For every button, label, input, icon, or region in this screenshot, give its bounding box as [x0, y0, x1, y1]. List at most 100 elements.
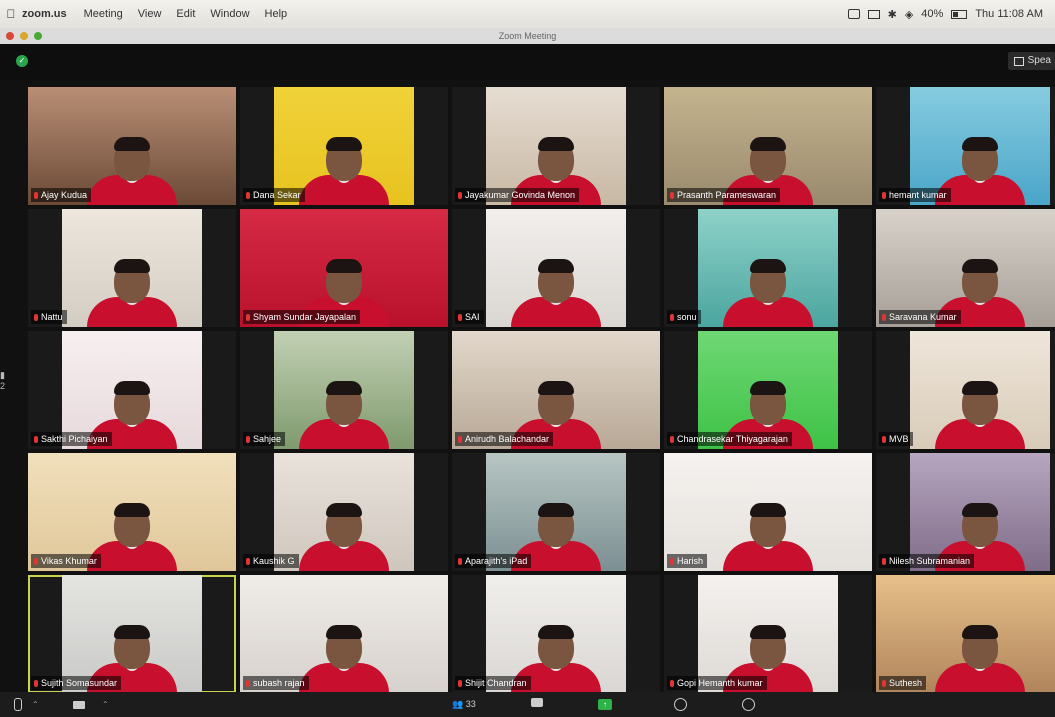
- window-titlebar: Zoom Meeting: [0, 28, 1055, 44]
- participant-name: Shyam Sundar Jayapalan: [253, 312, 357, 322]
- gallery-page-indicator[interactable]: ▮ 2: [0, 370, 5, 391]
- reactions-icon: [742, 698, 755, 711]
- participant-tile[interactable]: Ajay Kudua: [28, 87, 236, 205]
- participants-count: 33: [465, 699, 476, 709]
- participant-tile[interactable]: Saravana Kumar: [876, 209, 1055, 327]
- muted-mic-icon: [458, 435, 462, 443]
- participant-name: hemant kumar: [889, 190, 947, 200]
- participant-tile[interactable]: Sakthi Pichaiyan: [28, 331, 236, 449]
- participant-tile[interactable]: Prasanth Parameswaran: [664, 87, 872, 205]
- menu-meeting[interactable]: Meeting: [84, 8, 123, 20]
- participants-icon: 👥: [452, 699, 464, 709]
- participant-tile[interactable]: Sujith Somasundar: [28, 575, 236, 693]
- audio-options-caret[interactable]: ⌃: [32, 698, 39, 711]
- security-shield-icon[interactable]: ✓: [16, 55, 28, 67]
- record-button[interactable]: [674, 698, 687, 711]
- clock[interactable]: Thu 11:08 AM: [975, 8, 1043, 20]
- participant-tile[interactable]: Nattu: [28, 209, 236, 327]
- participant-tile[interactable]: Shijit Chandran: [452, 575, 660, 693]
- participant-tile[interactable]: sonu: [664, 209, 872, 327]
- stop-video-button[interactable]: [73, 698, 85, 711]
- participant-name: Kaushik G: [253, 556, 295, 566]
- menu-app-name[interactable]: zoom.us: [22, 8, 67, 20]
- muted-mic-icon: [246, 191, 250, 199]
- status-area: ✱ ◈ 40% Thu 11:08 AM: [847, 8, 1055, 21]
- participant-name-label: Chandrasekar Thiyagarajan: [667, 432, 792, 446]
- participant-name-label: Sakthi Pichaiyan: [31, 432, 112, 446]
- muted-mic-icon: [246, 313, 250, 321]
- participant-silhouette: [87, 137, 177, 205]
- menu-edit[interactable]: Edit: [176, 8, 195, 20]
- airplay-icon[interactable]: [867, 9, 880, 19]
- participant-name: Chandrasekar Thiyagarajan: [677, 434, 788, 444]
- close-window-icon[interactable]: [6, 32, 14, 40]
- speaker-view-button[interactable]: Spea: [1007, 52, 1055, 70]
- participant-silhouette: [723, 259, 813, 327]
- bluetooth-icon[interactable]: ✱: [888, 8, 897, 21]
- gallery-grid: Ajay Kudua Dana Sekar Jayakumar Govinda Me…: [28, 87, 1055, 693]
- participant-silhouette: [87, 259, 177, 327]
- participant-name-label: Jayakumar Govinda Menon: [455, 188, 580, 202]
- participant-name-label: Dana Sekar: [243, 188, 305, 202]
- participant-video: [486, 209, 626, 327]
- meeting-controls-bar: ⌃ ⌃ 👥 33 ↑: [0, 692, 1055, 717]
- muted-mic-icon: [34, 435, 38, 443]
- participant-tile[interactable]: hemant kumar: [876, 87, 1055, 205]
- reactions-button[interactable]: [742, 698, 755, 711]
- participant-name-label: Sujith Somasundar: [31, 676, 122, 690]
- participant-tile[interactable]: Aparajith's iPad: [452, 453, 660, 571]
- minimize-window-icon[interactable]: [20, 32, 28, 40]
- wifi-icon[interactable]: ◈: [905, 8, 913, 21]
- participant-name-label: Nattu: [31, 310, 67, 324]
- muted-mic-icon: [670, 191, 674, 199]
- menu-view[interactable]: View: [138, 8, 162, 20]
- participant-silhouette: [299, 503, 389, 571]
- participant-silhouette: [935, 625, 1025, 693]
- participant-name: Jayakumar Govinda Menon: [465, 190, 576, 200]
- menu-help[interactable]: Help: [265, 8, 288, 20]
- mute-button[interactable]: [14, 698, 22, 711]
- chat-icon: [531, 698, 543, 707]
- mac-menu-bar:  zoom.us Meeting View Edit Window Help …: [0, 0, 1055, 29]
- participant-name: Shijit Chandran: [465, 678, 527, 688]
- participant-video: [274, 331, 414, 449]
- participant-tile[interactable]: Dana Sekar: [240, 87, 448, 205]
- participants-button[interactable]: 👥 33: [452, 698, 476, 711]
- zoom-status-icon[interactable]: [847, 9, 860, 19]
- menu-window[interactable]: Window: [210, 8, 249, 20]
- participant-name-label: Shyam Sundar Jayapalan: [243, 310, 361, 324]
- participant-tile[interactable]: subash rajan: [240, 575, 448, 693]
- participant-tile[interactable]: Sahjee: [240, 331, 448, 449]
- window-title: Zoom Meeting: [498, 31, 557, 41]
- participant-tile[interactable]: MVB: [876, 331, 1055, 449]
- participant-tile[interactable]: Anirudh Balachandar: [452, 331, 660, 449]
- participant-tile[interactable]: Shyam Sundar Jayapalan: [240, 209, 448, 327]
- participant-tile[interactable]: Gopi Hemanth kumar: [664, 575, 872, 693]
- participant-tile[interactable]: Suthesh: [876, 575, 1055, 693]
- video-options-caret[interactable]: ⌃: [102, 698, 109, 711]
- participant-name: Sahjee: [253, 434, 282, 444]
- muted-mic-icon: [458, 313, 462, 321]
- zoom-window-icon[interactable]: [34, 32, 42, 40]
- participant-tile[interactable]: SAI: [452, 209, 660, 327]
- battery-icon[interactable]: [951, 9, 968, 19]
- participant-name: Dana Sekar: [253, 190, 301, 200]
- muted-mic-icon: [882, 557, 886, 565]
- apple-icon[interactable]: : [0, 7, 22, 21]
- muted-mic-icon: [34, 557, 38, 565]
- participant-tile[interactable]: Nilesh Subramanian: [876, 453, 1055, 571]
- battery-percent: 40%: [921, 8, 944, 20]
- participant-name: Aparajith's iPad: [465, 556, 528, 566]
- muted-mic-icon: [670, 679, 674, 687]
- participant-tile[interactable]: Kaushik G: [240, 453, 448, 571]
- share-screen-button[interactable]: ↑: [598, 698, 612, 711]
- participant-name-label: Aparajith's iPad: [455, 554, 532, 568]
- participant-name: MVB: [889, 434, 909, 444]
- participant-tile[interactable]: Vikas Khumar: [28, 453, 236, 571]
- participant-tile[interactable]: Chandrasekar Thiyagarajan: [664, 331, 872, 449]
- participant-tile[interactable]: Jayakumar Govinda Menon: [452, 87, 660, 205]
- participant-tile[interactable]: Harish: [664, 453, 872, 571]
- participant-name: subash rajan: [253, 678, 305, 688]
- chat-button[interactable]: [531, 698, 543, 711]
- muted-mic-icon: [458, 679, 462, 687]
